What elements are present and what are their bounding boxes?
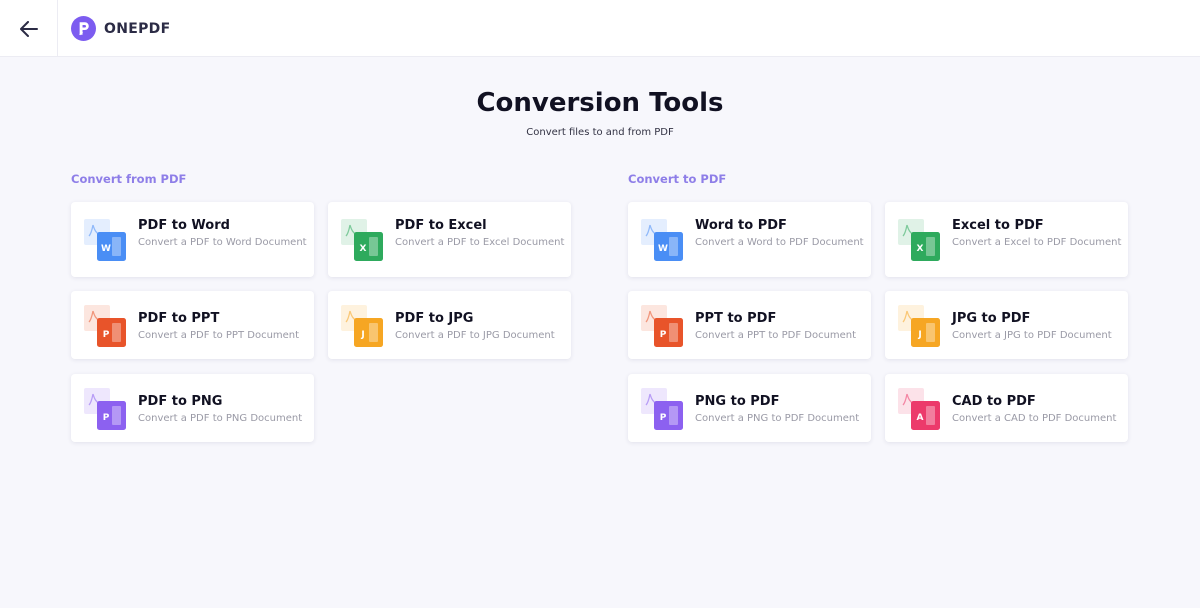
excel-icon: X xyxy=(898,217,942,261)
section-title-to-pdf: Convert to PDF xyxy=(628,172,727,186)
tool-card-title: Excel to PDF xyxy=(952,218,1044,233)
tool-card-description: Convert a CAD to PDF Document xyxy=(952,413,1117,424)
tool-card-pdf-to-png[interactable]: P PDF to PNG Convert a PDF to PNG Document xyxy=(71,374,314,442)
tool-card-title: PDF to Excel xyxy=(395,218,487,233)
svg-text:J: J xyxy=(917,330,921,340)
jpg-icon: J xyxy=(341,303,385,347)
svg-text:P: P xyxy=(660,330,667,340)
logo-text: ONEPDF xyxy=(104,20,171,37)
tool-card-jpg-to-pdf[interactable]: J JPG to PDF Convert a JPG to PDF Document xyxy=(885,291,1128,359)
word-icon: W xyxy=(84,217,128,261)
page-subtitle: Convert files to and from PDF xyxy=(526,127,674,138)
tool-card-title: PNG to PDF xyxy=(695,394,780,409)
svg-text:A: A xyxy=(917,413,924,423)
svg-text:W: W xyxy=(658,244,668,254)
tool-card-description: Convert a PDF to Excel Document xyxy=(395,237,565,248)
tool-card-title: JPG to PDF xyxy=(952,311,1031,326)
excel-icon: X xyxy=(341,217,385,261)
tool-card-description: Convert a PDF to PNG Document xyxy=(138,413,303,424)
svg-text:W: W xyxy=(101,244,111,254)
tool-card-description: Convert a PNG to PDF Document xyxy=(695,413,860,424)
tool-card-title: PDF to Word xyxy=(138,218,230,233)
png-icon: P xyxy=(641,386,685,430)
tool-card-pdf-to-jpg[interactable]: J PDF to JPG Convert a PDF to JPG Document xyxy=(328,291,571,359)
svg-text:J: J xyxy=(360,330,364,340)
cad-icon: A xyxy=(898,386,942,430)
tool-card-title: PPT to PDF xyxy=(695,311,777,326)
svg-text:P: P xyxy=(103,330,110,340)
tool-card-cad-to-pdf[interactable]: A CAD to PDF Convert a CAD to PDF Document xyxy=(885,374,1128,442)
svg-text:P: P xyxy=(660,413,667,423)
tool-card-excel-to-pdf[interactable]: X Excel to PDF Convert a Excel to PDF Docu… xyxy=(885,202,1128,277)
ppt-icon: P xyxy=(641,303,685,347)
tool-card-word-to-pdf[interactable]: W Word to PDF Convert a Word to PDF Docume… xyxy=(628,202,871,277)
top-bar: ONEPDF xyxy=(0,0,1200,57)
tool-card-pdf-to-ppt[interactable]: P PDF to PPT Convert a PDF to PPT Document xyxy=(71,291,314,359)
jpg-icon: J xyxy=(898,303,942,347)
tool-card-pdf-to-excel[interactable]: X PDF to Excel Convert a PDF to Excel Docu… xyxy=(328,202,571,277)
ppt-icon: P xyxy=(84,303,128,347)
svg-text:X: X xyxy=(360,244,367,254)
tool-card-title: Word to PDF xyxy=(695,218,787,233)
tool-card-description: Convert a PPT to PDF Document xyxy=(695,330,857,341)
tool-card-ppt-to-pdf[interactable]: P PPT to PDF Convert a PPT to PDF Document xyxy=(628,291,871,359)
tool-card-title: PDF to PPT xyxy=(138,311,220,326)
png-icon: P xyxy=(84,386,128,430)
tool-card-description: Convert a PDF to Word Document xyxy=(138,237,307,248)
svg-text:X: X xyxy=(917,244,924,254)
app-logo[interactable]: ONEPDF xyxy=(71,16,170,41)
tool-card-png-to-pdf[interactable]: P PNG to PDF Convert a PNG to PDF Document xyxy=(628,374,871,442)
tool-card-title: PDF to JPG xyxy=(395,311,474,326)
tool-card-description: Convert a Word to PDF Document xyxy=(695,237,864,248)
section-title-from-pdf: Convert from PDF xyxy=(71,172,187,186)
onepdf-logo-icon xyxy=(71,16,96,41)
tool-card-title: PDF to PNG xyxy=(138,394,223,409)
back-button[interactable] xyxy=(0,0,58,57)
tool-card-description: Convert a PDF to PPT Document xyxy=(138,330,300,341)
tool-card-title: CAD to PDF xyxy=(952,394,1036,409)
word-icon: W xyxy=(641,217,685,261)
tool-card-pdf-to-word[interactable]: W PDF to Word Convert a PDF to Word Docume… xyxy=(71,202,314,277)
page-title: Conversion Tools xyxy=(476,88,724,118)
svg-text:P: P xyxy=(103,413,110,423)
arrow-left-icon xyxy=(19,20,38,37)
tool-card-description: Convert a Excel to PDF Document xyxy=(952,237,1122,248)
tool-card-description: Convert a PDF to JPG Document xyxy=(395,330,555,341)
tool-card-description: Convert a JPG to PDF Document xyxy=(952,330,1112,341)
